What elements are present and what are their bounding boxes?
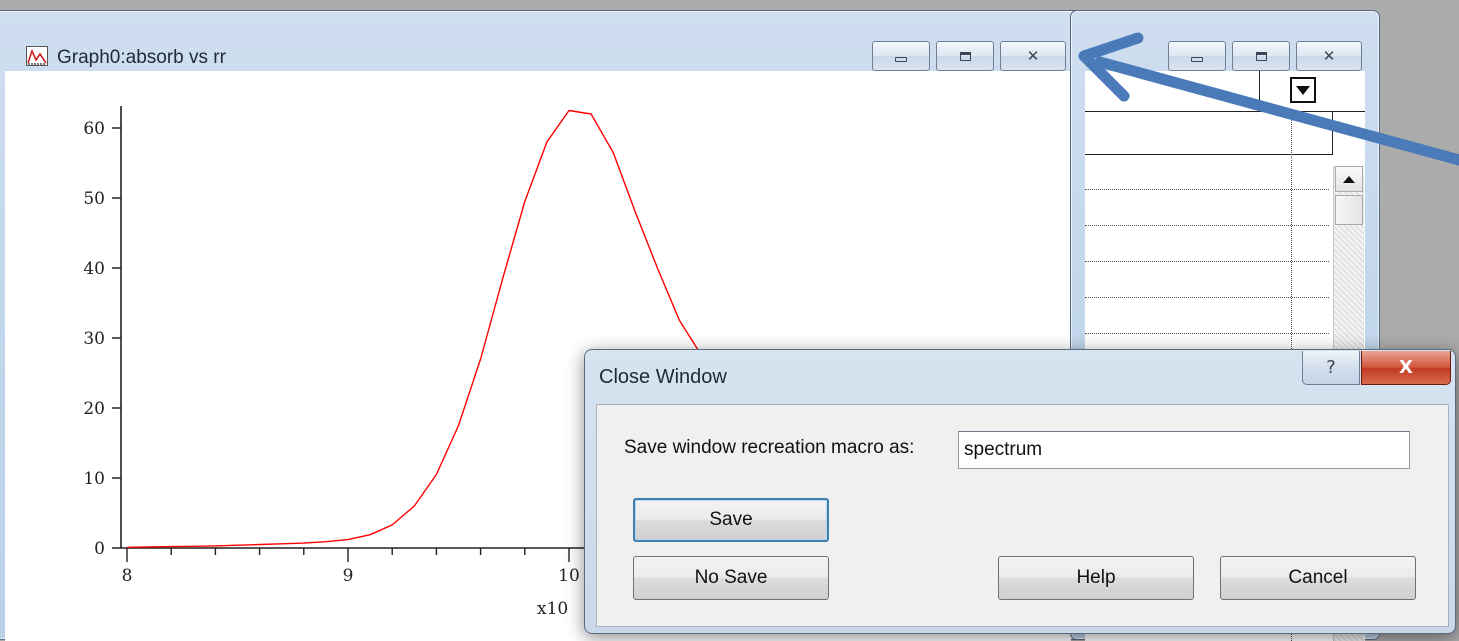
- y-tick-label: 20: [83, 399, 105, 419]
- graph-close-button[interactable]: ✕: [1000, 41, 1066, 71]
- graph-window-title: Graph0:absorb vs rr: [57, 47, 226, 68]
- table-maximize-button[interactable]: [1232, 41, 1290, 71]
- graph-minimize-button[interactable]: [872, 41, 930, 71]
- graph-maximize-button[interactable]: [936, 41, 994, 71]
- y-tick-label: 30: [83, 329, 105, 349]
- y-tick-label: 10: [83, 469, 105, 489]
- dialog-close-button[interactable]: X: [1361, 351, 1451, 385]
- table-row[interactable]: [1085, 189, 1329, 190]
- help-button[interactable]: Help: [998, 556, 1194, 600]
- scroll-thumb[interactable]: [1335, 195, 1363, 225]
- y-tick-label: 40: [83, 259, 105, 279]
- save-button[interactable]: Save: [633, 498, 829, 542]
- macro-name-input[interactable]: [958, 431, 1410, 469]
- dialog-title: Close Window: [599, 366, 727, 388]
- table-row[interactable]: [1085, 333, 1329, 334]
- table-row[interactable]: [1085, 297, 1329, 298]
- minimize-icon: [895, 56, 907, 62]
- y-tick-label: 50: [83, 189, 105, 209]
- dropdown-arrow-icon[interactable]: [1290, 77, 1316, 103]
- close-icon: ✕: [1322, 46, 1336, 65]
- close-icon: ✕: [1026, 46, 1040, 65]
- x-tick-label: 8: [122, 566, 133, 586]
- dialog-help-icon[interactable]: ?: [1302, 351, 1360, 385]
- table-entry-box[interactable]: [1085, 111, 1333, 155]
- no-save-button[interactable]: No Save: [633, 556, 829, 600]
- macro-name-label: Save window recreation macro as:: [624, 437, 915, 458]
- scroll-up-button[interactable]: [1335, 166, 1363, 192]
- table-minimize-button[interactable]: [1168, 41, 1226, 71]
- y-tick-label: 0: [94, 539, 105, 559]
- x-tick-label: 9: [343, 566, 354, 586]
- table-row[interactable]: [1085, 261, 1329, 262]
- y-tick-label: 60: [83, 119, 105, 139]
- x-axis-label: x10: [537, 599, 568, 619]
- maximize-icon: [959, 51, 971, 61]
- scroll-up-icon: [1343, 175, 1355, 183]
- maximize-icon: [1255, 51, 1267, 61]
- table-header-divider: [1259, 71, 1260, 111]
- table-row[interactable]: [1085, 225, 1329, 226]
- table-close-button[interactable]: ✕: [1296, 41, 1362, 71]
- dialog-body: Save window recreation macro as: Save No…: [596, 404, 1449, 627]
- graph-icon: [26, 46, 48, 66]
- cancel-button[interactable]: Cancel: [1220, 556, 1416, 600]
- x-tick-label: 10: [558, 566, 580, 586]
- close-window-dialog[interactable]: Close Window ? X Save window recreation …: [584, 349, 1456, 634]
- minimize-icon: [1191, 56, 1203, 62]
